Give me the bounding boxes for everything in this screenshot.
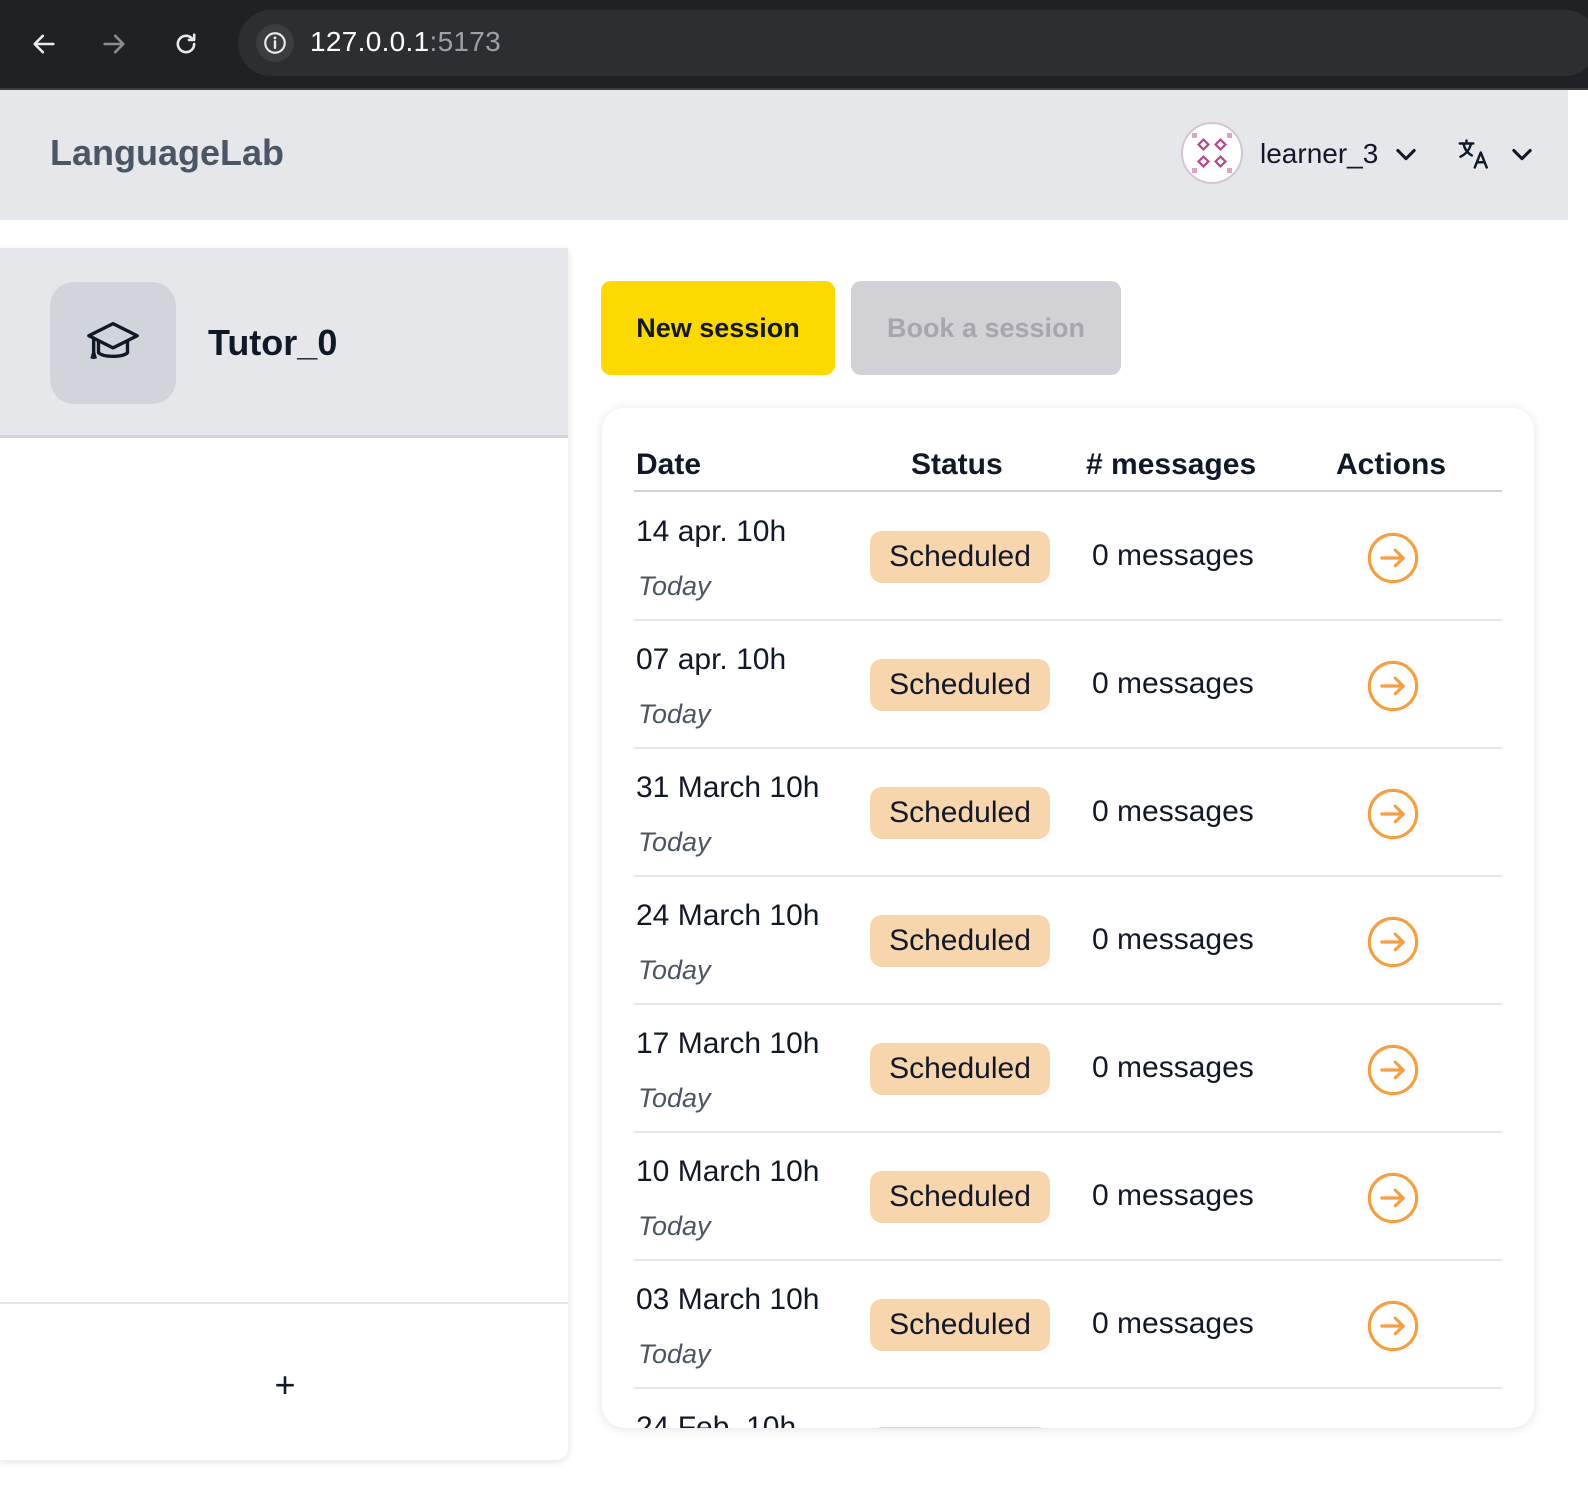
user-avatar[interactable] <box>1181 122 1243 184</box>
session-date: 24 Feb. 10h <box>636 1411 797 1428</box>
header-divider <box>634 490 1502 492</box>
url-text: 127.0.0.1:5173 <box>310 26 501 58</box>
status-badge: Scheduled <box>870 1299 1050 1351</box>
session-date: 07 apr. 10h <box>636 643 787 676</box>
arrow-circle-right-icon[interactable] <box>1366 1299 1420 1353</box>
url-host: 127.0.0.1 <box>310 26 430 57</box>
message-count: 0 messages <box>1092 539 1254 572</box>
status-badge: Scheduled <box>870 531 1050 583</box>
translate-icon[interactable] <box>1456 136 1492 172</box>
table-row: 10 March 10h Today Scheduled 0 messages <box>634 1133 1502 1261</box>
table-row: 17 March 10h Today Scheduled 0 messages <box>634 1005 1502 1133</box>
table-row: 07 apr. 10h Today Scheduled 0 messages <box>634 621 1502 749</box>
message-count: 0 messages <box>1092 667 1254 700</box>
session-date: 24 March 10h <box>636 899 820 932</box>
chevron-down-icon[interactable] <box>1392 140 1420 168</box>
avatar-pattern-icon <box>1192 133 1232 173</box>
message-count: 0 messages <box>1092 1051 1254 1084</box>
status-badge: Scheduled <box>870 915 1050 967</box>
session-date: 17 March 10h <box>636 1027 820 1060</box>
message-count: 0 messages <box>1092 923 1254 956</box>
session-relative-date: Today <box>638 699 711 729</box>
session-date: 10 March 10h <box>636 1155 820 1188</box>
arrow-circle-right-icon[interactable] <box>1366 1043 1420 1097</box>
arrow-right-icon <box>103 34 125 54</box>
graduation-cap-icon <box>87 321 139 360</box>
table-row: 24 March 10h Today Scheduled 0 messages <box>634 877 1502 1005</box>
address-bar[interactable]: 127.0.0.1:5173 <box>238 10 1588 76</box>
status-badge: Scheduled <box>870 1043 1050 1095</box>
brand-logo[interactable]: LanguageLab <box>50 132 284 174</box>
tutor-name: Tutor_0 <box>208 322 338 363</box>
session-relative-date: Today <box>638 1211 711 1241</box>
sidebar-divider <box>0 1302 568 1304</box>
sessions-table: Date Status # messages Actions 14 apr. 1… <box>602 408 1534 1428</box>
table-row: 31 March 10h Today Scheduled 0 messages <box>634 749 1502 877</box>
arrow-circle-right-icon[interactable] <box>1366 1171 1420 1225</box>
arrow-circle-right-icon[interactable] <box>1366 531 1420 585</box>
table-row: 03 March 10h Today Scheduled 0 messages <box>634 1261 1502 1389</box>
session-relative-date: Today <box>638 955 711 985</box>
session-date: 31 March 10h <box>636 771 820 804</box>
arrow-circle-right-icon[interactable] <box>1366 787 1420 841</box>
book-session-button[interactable]: Book a session <box>851 281 1121 375</box>
browser-toolbar: 127.0.0.1:5173 <box>0 0 1588 90</box>
column-header-status: Status <box>911 448 1003 481</box>
status-badge: Scheduled <box>870 659 1050 711</box>
back-button[interactable] <box>22 22 66 66</box>
session-relative-date: Today <box>638 571 711 601</box>
column-header-actions: Actions <box>1336 448 1447 481</box>
session-relative-date: Today <box>638 1083 711 1113</box>
url-port: :5173 <box>429 26 502 57</box>
arrow-left-icon <box>33 34 55 54</box>
session-date: 14 apr. 10h <box>636 515 787 548</box>
session-date: 03 March 10h <box>636 1283 820 1316</box>
arrow-circle-right-icon[interactable] <box>1366 1427 1420 1428</box>
reload-icon <box>176 33 196 54</box>
table-row: 24 Feb. 10hTodayScheduled0 messages <box>634 1389 1502 1428</box>
table-row: 14 apr. 10h Today Scheduled 0 messages <box>634 493 1502 621</box>
arrow-circle-right-icon[interactable] <box>1366 915 1420 969</box>
username-label[interactable]: learner_3 <box>1260 138 1378 170</box>
add-tutor-button[interactable]: + <box>262 1362 308 1408</box>
status-badge: Scheduled <box>870 1427 1050 1428</box>
session-relative-date: Today <box>638 1339 711 1369</box>
status-badge: Scheduled <box>870 1171 1050 1223</box>
column-header-messages: # messages <box>1086 448 1257 481</box>
new-session-button[interactable]: New session <box>601 281 835 375</box>
tutor-sidebar: Tutor_0 + <box>0 248 568 1460</box>
message-count: 0 messages <box>1092 795 1254 828</box>
site-info-button[interactable] <box>256 24 294 62</box>
message-count: 0 messages <box>1092 1179 1254 1212</box>
session-relative-date: Today <box>638 827 711 857</box>
language-chevron-down-icon[interactable] <box>1508 140 1536 168</box>
forward-button[interactable] <box>92 22 136 66</box>
tutor-avatar <box>50 282 176 404</box>
column-header-date: Date <box>636 448 702 481</box>
reload-button[interactable] <box>164 22 208 66</box>
sidebar-item-tutor[interactable]: Tutor_0 <box>0 248 568 438</box>
app-header: LanguageLab learner_3 <box>0 90 1588 220</box>
arrow-circle-right-icon[interactable] <box>1366 659 1420 713</box>
info-icon <box>264 32 286 54</box>
message-count: 0 messages <box>1092 1307 1254 1340</box>
status-badge: Scheduled <box>870 787 1050 839</box>
